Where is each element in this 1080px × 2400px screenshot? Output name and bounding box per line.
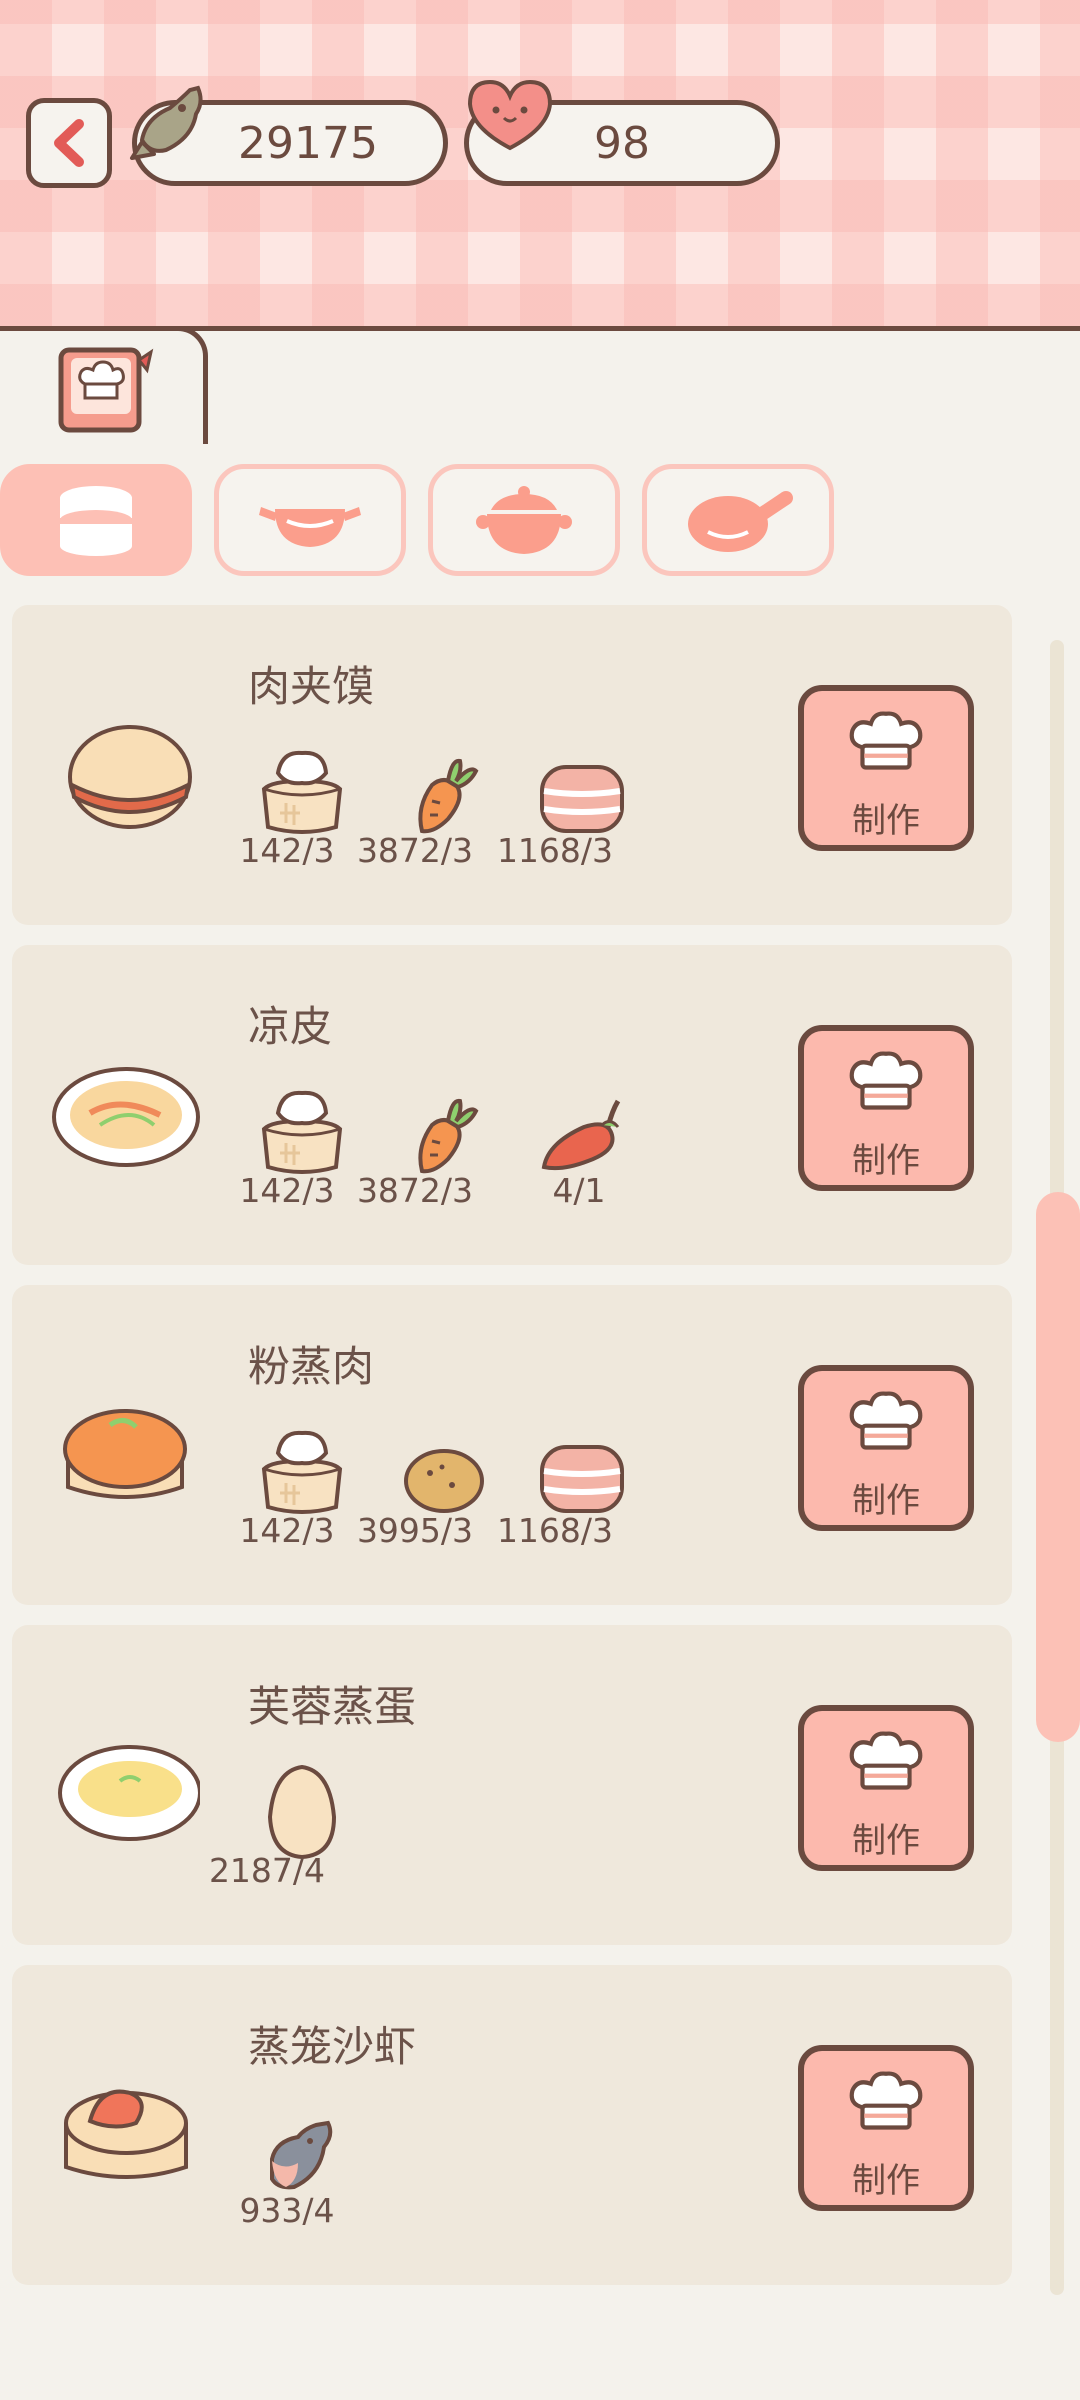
chef-hat-icon [844,2069,928,2139]
chef-hat-icon [844,1049,928,1119]
meat-icon [522,741,642,841]
chef-hat-icon [844,1389,928,1459]
ingredient-quantity: 2187/4 [208,1851,326,1890]
egg-icon [242,1761,362,1861]
fish-icon [242,2101,362,2201]
fish-icon [130,85,203,160]
tab-wok[interactable] [214,464,406,576]
ingredient-quantity: 3872/3 [356,831,474,870]
make-button-label: 制作 [852,1481,920,1521]
chevron-left-icon [54,119,84,167]
tab-steamer[interactable] [0,464,192,576]
recipe-card: 芙蓉蒸蛋 2187/4 制作 [12,1625,1012,1945]
make-button[interactable]: 制作 [798,1025,974,1191]
chef-hat-icon [844,709,928,779]
tab-pan[interactable] [642,464,834,576]
ingredient-quantity: 933/4 [239,2191,335,2230]
chef-hat-icon [844,1729,928,1799]
scrollbar-thumb[interactable] [1036,1192,1080,1742]
ingredient-quantity: 3872/3 [356,1171,474,1210]
heart-icon [467,79,553,151]
steamed-egg-icon [58,1745,200,1841]
make-button-label: 制作 [852,1141,920,1181]
pot-icon [476,486,572,554]
make-button[interactable]: 制作 [798,685,974,851]
fish-count: 29175 [238,117,378,169]
make-button-label: 制作 [852,2161,920,2201]
fenzhengrou-icon [63,1409,187,1499]
make-button[interactable]: 制作 [798,2045,974,2211]
flour-icon [242,741,362,841]
carrot-icon [382,1081,502,1181]
meat-icon [522,1421,642,1521]
recipe-title: 芙蓉蒸蛋 [248,1682,417,1731]
heart-count: 98 [594,117,650,169]
roujiamo-icon [68,725,192,829]
recipe-book-icon [58,347,153,432]
recipe-card: 粉蒸肉 142/3 3995/3 1168/3 制作 [12,1285,1012,1605]
flour-icon [242,1081,362,1181]
ingredient-quantity: 4/1 [552,1171,606,1210]
recipe-card: 肉夹馍 142/3 3872/3 1168/3 制作 [12,605,1012,925]
pan-icon [688,491,793,552]
steamer-icon [60,486,132,556]
recipe-title: 粉蒸肉 [248,1342,375,1391]
recipe-card: 凉皮 142/3 3872/3 4/1 制作 [12,945,1012,1265]
ingredient-quantity: 1168/3 [496,831,614,870]
make-button-label: 制作 [852,801,920,841]
wok-icon [259,507,361,547]
make-button-label: 制作 [852,1821,920,1861]
recipe-title: 凉皮 [248,1002,333,1051]
ingredient-quantity: 1168/3 [496,1511,614,1550]
recipe-card: 蒸笼沙虾 933/4 制作 [12,1965,1012,2285]
chili-icon [522,1081,642,1181]
make-button[interactable]: 制作 [798,1705,974,1871]
steamed-shrimp-icon [64,2089,188,2179]
carrot-icon [382,741,502,841]
make-button[interactable]: 制作 [798,1365,974,1531]
flour-icon [242,1421,362,1521]
recipe-title: 蒸笼沙虾 [248,2022,417,2071]
back-button[interactable] [26,98,112,188]
tab-pot[interactable] [428,464,620,576]
liangpi-icon [52,1067,200,1167]
recipe-title: 肉夹馍 [248,662,375,711]
potato-icon [382,1421,502,1521]
recipe-book-tab[interactable] [0,326,208,444]
ingredient-quantity: 3995/3 [356,1511,474,1550]
